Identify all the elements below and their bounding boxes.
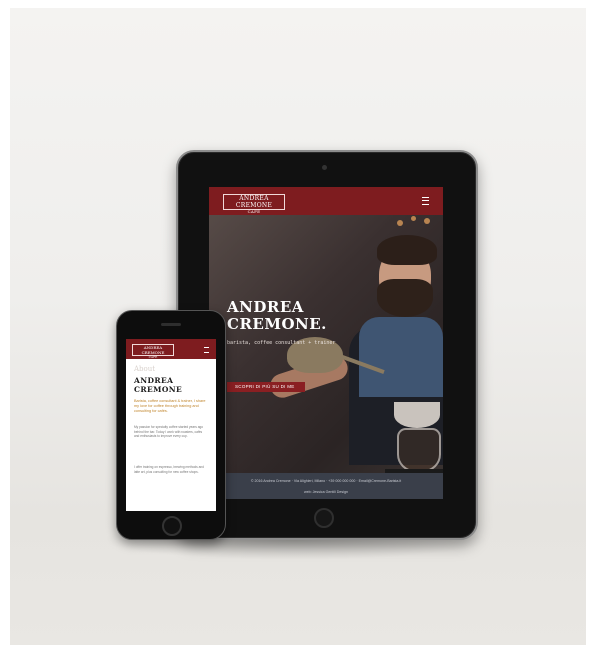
about-name-line: CREMONE bbox=[134, 385, 183, 394]
logo-subtext: CAFÉ bbox=[247, 209, 261, 214]
phone-device: ANDREA CREMONE CAFÉ About ANDREA CREMONE… bbox=[116, 310, 226, 540]
tablet-camera bbox=[322, 165, 327, 170]
bokeh-light bbox=[411, 216, 416, 221]
phone-speaker bbox=[161, 323, 181, 326]
hero-photo-beard bbox=[377, 279, 433, 317]
tablet-navbar: ANDREA CREMONE CAFÉ bbox=[209, 187, 443, 215]
phone-screen: ANDREA CREMONE CAFÉ About ANDREA CREMONE… bbox=[126, 339, 216, 511]
about-name: ANDREA CREMONE bbox=[134, 376, 204, 394]
phone-home-button bbox=[162, 516, 182, 536]
hero-photo-hair bbox=[377, 235, 437, 265]
site-logo[interactable]: ANDREA CREMONE CAFÉ bbox=[132, 344, 174, 359]
hamburger-menu-icon[interactable] bbox=[204, 347, 209, 353]
hamburger-menu-icon[interactable] bbox=[422, 197, 429, 205]
logo-text: ANDREA CREMONE bbox=[141, 345, 165, 355]
hero-subtitle: barista, coffee consultant + trainer bbox=[227, 340, 336, 346]
tablet-screen: ANDREA CREMONE CAFÉ ANDREA CREMONE. bari… bbox=[209, 187, 443, 499]
hero-photo-shirt bbox=[359, 317, 443, 397]
tablet-footer: © 2016 Andrea Cremone · Via Alighieri, M… bbox=[209, 473, 443, 499]
hero-title-line: ANDREA bbox=[227, 298, 304, 316]
logo-subtext: CAFÉ bbox=[148, 355, 158, 359]
about-paragraph: My passion for specialty coffee started … bbox=[134, 425, 204, 439]
phone-navbar: ANDREA CREMONE CAFÉ bbox=[126, 339, 216, 359]
bokeh-light bbox=[424, 218, 430, 224]
logo-text: ANDREA CREMONE bbox=[235, 195, 273, 209]
bokeh-light bbox=[397, 220, 403, 226]
site-logo[interactable]: ANDREA CREMONE CAFÉ bbox=[223, 194, 285, 214]
about-name-line: ANDREA bbox=[134, 376, 174, 385]
coffee-carafe bbox=[397, 428, 441, 472]
footer-credit[interactable]: web: Jessica Gentili Design bbox=[209, 484, 443, 495]
footer-contact: © 2016 Andrea Cremone · Via Alighieri, M… bbox=[250, 479, 402, 483]
coffee-dripper bbox=[394, 402, 440, 428]
about-lead: Barista, coffee consultant & trainer, I … bbox=[134, 399, 206, 413]
hero-title: ANDREA CREMONE. bbox=[227, 299, 367, 333]
tablet-home-button bbox=[314, 508, 334, 528]
about-heading: About bbox=[134, 365, 156, 373]
cta-button[interactable]: SCOPRI DI PIÙ SU DI ME bbox=[227, 382, 305, 392]
about-paragraph: I offer training on espresso, brewing me… bbox=[134, 465, 204, 474]
hero-title-line: CREMONE. bbox=[227, 315, 327, 333]
